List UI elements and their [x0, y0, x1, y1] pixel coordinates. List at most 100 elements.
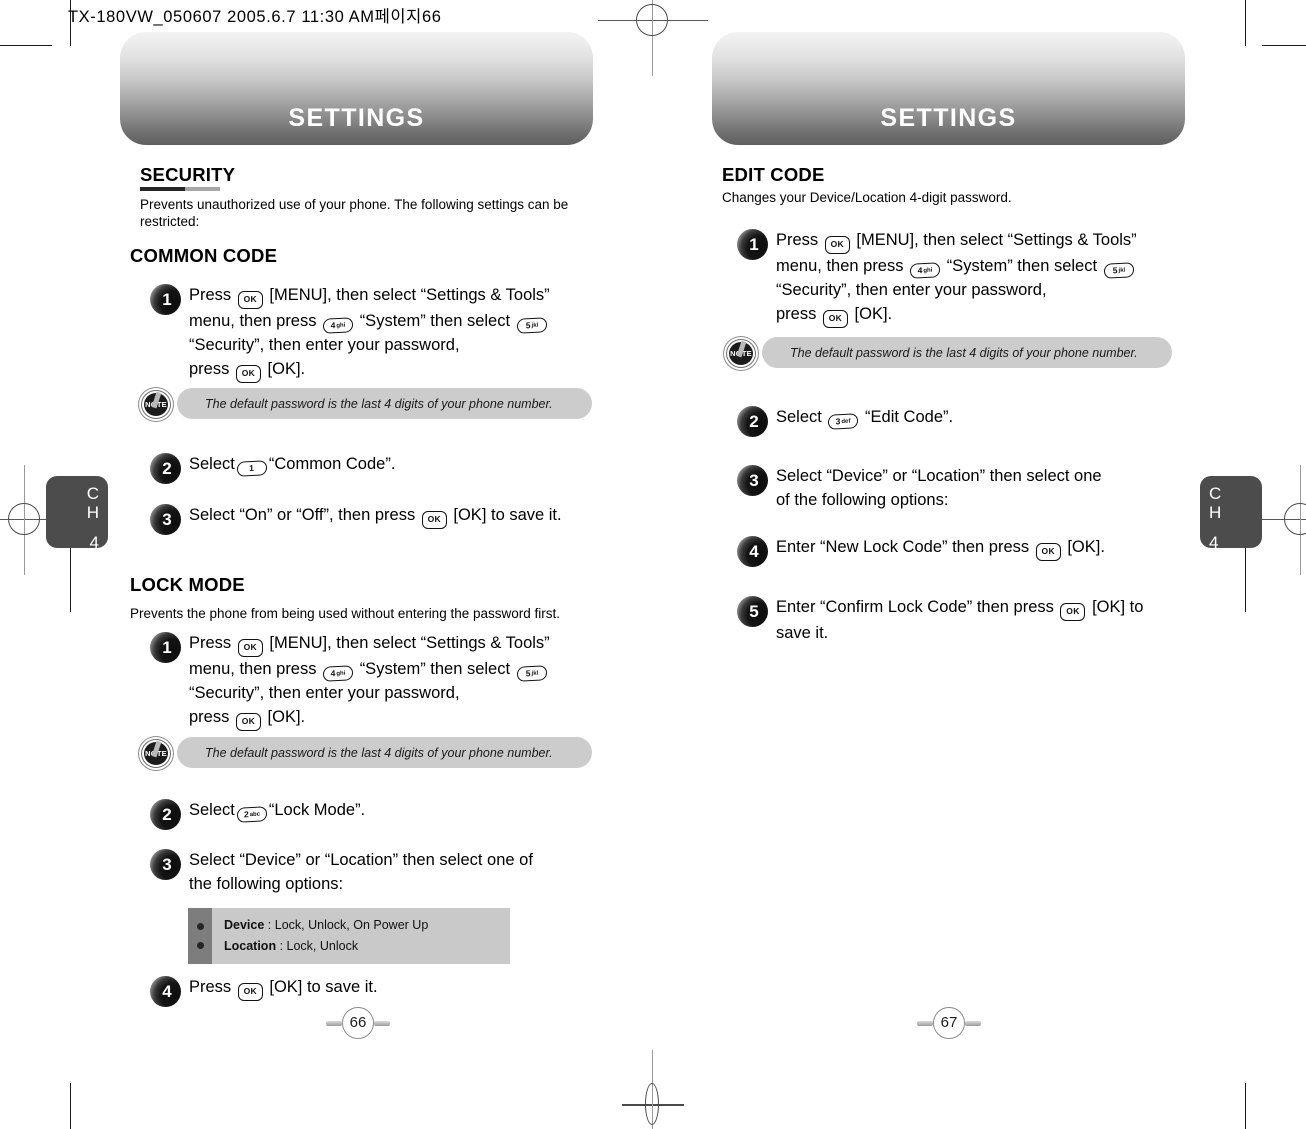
trim-line-left-vertical-bottom [70, 1083, 71, 1129]
step-number: 1 [150, 632, 181, 663]
step-text-fragment: press [776, 305, 817, 323]
ok-key-icon: OK [237, 983, 263, 1001]
section-heading: EDIT CODE [722, 164, 825, 185]
step-item: 2 Select 3def “Edit Code”. [737, 405, 1257, 437]
options-list: Device : Lock, Unlock, On Power Up Locat… [212, 908, 440, 964]
step-text-fragment: menu, then press [189, 312, 317, 330]
step-text-fragment: [MENU], then select “Settings & Tools” [269, 286, 550, 304]
subsection-heading-common-code: COMMON CODE [130, 245, 278, 266]
key-subtext: jkl [1118, 267, 1125, 275]
page-number-wing-right [374, 1021, 390, 1026]
option-row: Location : Lock, Unlock [224, 936, 428, 957]
step-item: 1 Press OK [MENU], then select “Settings… [737, 228, 1257, 328]
key-digit: 4 [330, 320, 336, 331]
step-text-fragment: Enter “Confirm Lock Code” then press [776, 598, 1054, 616]
manual-page-spread: TX-180VW_050607 2005.6.7 11:30 AM페이지66 S… [0, 0, 1306, 1129]
chapter-tab-c: C [86, 484, 99, 503]
note-text: The default password is the last 4 digit… [205, 396, 553, 411]
step-text-fragment: “Security”, then enter your password, [776, 281, 1047, 299]
option-values: : Lock, Unlock [279, 939, 359, 953]
step-text: Select 3def “Edit Code”. [776, 405, 954, 430]
chapter-tab-h: H [86, 503, 99, 522]
step-text-fragment: “System” then select [946, 257, 1098, 275]
step-text-fragment: [OK]. [267, 360, 306, 378]
page-number-wing-left [326, 1021, 342, 1026]
step-text-fragment: press [189, 708, 230, 726]
step-text-fragment: Select [189, 455, 235, 473]
key-digit: 2 [243, 809, 249, 820]
step-number: 3 [150, 504, 181, 535]
chapter-tab-c: C [1209, 484, 1222, 503]
page-banner-right: SETTINGS [712, 32, 1185, 145]
step-text: Select “On” or “Off”, then press OK [OK]… [189, 503, 562, 529]
step-item: 4 Enter “New Lock Code” then press OK [O… [737, 535, 1257, 567]
option-values: : Lock, Unlock, On Power Up [267, 918, 429, 932]
number-key-icon-5: 5jkl [1103, 262, 1134, 279]
step-text: Enter “New Lock Code” then press OK [OK]… [776, 535, 1105, 561]
key-digit: 5 [525, 320, 531, 331]
step-text-fragment: menu, then press [189, 660, 317, 678]
step-text-fragment: [OK] to [1092, 598, 1144, 616]
key-subtext: def [841, 418, 851, 426]
step-text-fragment: [MENU], then select “Settings & Tools” [269, 634, 550, 652]
step-text-fragment: Select [189, 801, 235, 819]
section-security: SECURITY Prevents unauthorized use of yo… [140, 165, 600, 230]
step-text-fragment: Enter “New Lock Code” then press [776, 538, 1030, 556]
step-number: 4 [150, 976, 181, 1007]
step-number: 1 [737, 229, 768, 260]
step-text-fragment: [MENU], then select “Settings & Tools” [856, 231, 1137, 249]
section-description: Changes your Device/Location 4-digit pas… [722, 190, 1012, 205]
number-key-icon-4: 4ghi [323, 665, 354, 682]
chapter-tab-number: 4 [89, 533, 99, 552]
step-text-fragment: “Security”, then enter your password, [189, 684, 460, 702]
note-bar: The default password is the last 4 digit… [762, 337, 1172, 368]
step-text: Select 1 “Common Code”. [189, 452, 395, 477]
step-text-fragment: Select “Device” or “Location” then selec… [189, 851, 533, 869]
ok-key-icon: OK [237, 291, 263, 309]
page-number-right: 67 [917, 1007, 981, 1039]
subsection-description-lock-mode: Prevents the phone from being used witho… [130, 606, 560, 621]
section-underline-rule [140, 187, 220, 191]
key-digit: 4 [330, 668, 336, 679]
number-key-icon-5: 5jkl [516, 317, 547, 334]
step-item: 4 Press OK [OK] to save it. [150, 975, 670, 1007]
page-number-left: 66 [326, 1007, 390, 1039]
chapter-tab-right: C H 4 [1200, 476, 1262, 552]
banner-title-right: SETTINGS [880, 104, 1017, 132]
step-text: Press OK [OK] to save it. [189, 975, 378, 1001]
page-banner-left: SETTINGS [120, 32, 593, 145]
step-item: 1 Press OK [MENU], then select “Settings… [150, 631, 670, 731]
note-badge-icon: NOTE [722, 334, 762, 372]
step-text-fragment: Select [776, 408, 822, 426]
key-digit: 4 [917, 265, 923, 276]
step-text: Select 2abc “Lock Mode”. [189, 798, 365, 823]
ok-key-icon: OK [1060, 603, 1086, 621]
step-text-fragment: “Edit Code”. [865, 408, 954, 426]
step-text-fragment: the following options: [189, 875, 344, 893]
ok-key-icon: OK [822, 310, 848, 328]
note-bar: The default password is the last 4 digit… [177, 737, 592, 768]
key-subtext: ghi [336, 322, 346, 330]
note-callout: The default password is the last 4 digit… [722, 334, 1177, 372]
page-number-value: 66 [342, 1007, 374, 1039]
number-key-icon-4: 4ghi [910, 262, 941, 279]
step-text-fragment: Press [776, 231, 819, 249]
step-text: Press OK [MENU], then select “Settings &… [189, 631, 550, 731]
step-number: 3 [150, 849, 181, 880]
number-key-icon-5: 5jkl [516, 665, 547, 682]
step-text-fragment: press [189, 360, 230, 378]
step-text: Press OK [MENU], then select “Settings &… [189, 283, 550, 383]
bullet-icon [196, 923, 204, 930]
note-text: The default password is the last 4 digit… [205, 745, 553, 760]
step-item: 3 Select “On” or “Off”, then press OK [O… [150, 503, 690, 535]
bullet-icon [196, 942, 204, 949]
key-subtext: abc [249, 811, 260, 819]
chapter-tab-left: C H 4 [46, 476, 108, 552]
chapter-tab-number: 4 [1209, 533, 1219, 552]
key-digit: 5 [525, 668, 531, 679]
section-description: Prevents unauthorized use of your phone.… [140, 197, 569, 229]
reg-circle [8, 503, 40, 535]
page-number-wing-left [917, 1021, 933, 1026]
note-callout: The default password is the last 4 digit… [137, 734, 592, 771]
step-item: 2 Select 2abc “Lock Mode”. [150, 798, 670, 830]
